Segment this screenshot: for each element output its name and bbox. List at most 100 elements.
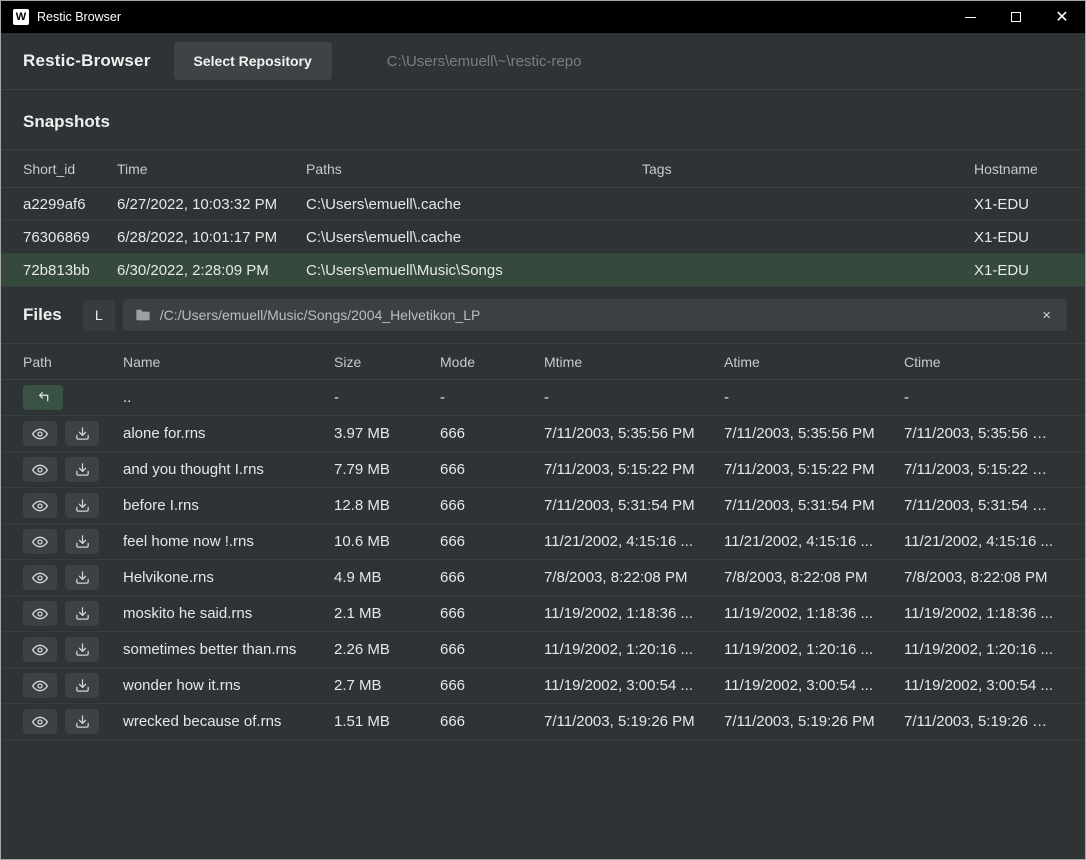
download-icon — [75, 678, 90, 693]
eye-icon — [32, 426, 48, 442]
close-button[interactable]: ✕ — [1039, 1, 1085, 33]
files-section-header: Files L /C:/Users/emuell/Music/Songs/200… — [1, 287, 1085, 343]
file-size: 2.1 MB — [334, 605, 440, 622]
snapshot-short-id: 76306869 — [23, 229, 117, 246]
download-icon — [75, 606, 90, 621]
repository-header: Restic-Browser Select Repository C:\User… — [1, 33, 1085, 90]
file-ctime: 11/19/2002, 1:18:36 ... — [904, 605, 1063, 622]
snapshot-paths: C:\Users\emuell\.cache — [306, 196, 642, 213]
file-mode: 666 — [440, 713, 544, 730]
parent-atime: - — [724, 389, 904, 406]
file-row: wonder how it.rns 2.7 MB 666 11/19/2002,… — [1, 668, 1085, 704]
preview-file-button[interactable] — [23, 637, 57, 662]
page-title: Restic-Browser — [23, 51, 151, 71]
file-row: sometimes better than.rns 2.26 MB 666 11… — [1, 632, 1085, 668]
restore-file-button[interactable] — [65, 709, 99, 734]
maximize-button[interactable] — [993, 1, 1039, 33]
snapshot-time: 6/27/2022, 10:03:32 PM — [117, 196, 306, 213]
file-atime: 7/11/2003, 5:15:22 PM — [724, 461, 904, 478]
download-icon — [75, 426, 90, 441]
file-mode: 666 — [440, 677, 544, 694]
restore-file-button[interactable] — [65, 601, 99, 626]
file-row-actions — [23, 637, 123, 662]
download-icon — [75, 570, 90, 585]
file-ctime: 11/19/2002, 3:00:54 ... — [904, 677, 1063, 694]
file-size: 3.97 MB — [334, 425, 440, 442]
file-atime: 11/21/2002, 4:15:16 ... — [724, 533, 904, 550]
restore-file-button[interactable] — [65, 493, 99, 518]
file-name: and you thought I.rns — [123, 461, 334, 478]
titlebar-left: W Restic Browser — [1, 9, 947, 25]
restore-file-button[interactable] — [65, 673, 99, 698]
preview-file-button[interactable] — [23, 457, 57, 482]
file-ctime: 7/11/2003, 5:31:54 PM — [904, 497, 1063, 514]
restore-file-button[interactable] — [65, 529, 99, 554]
restore-file-button[interactable] — [65, 637, 99, 662]
preview-file-button[interactable] — [23, 565, 57, 590]
file-path-bar[interactable]: /C:/Users/emuell/Music/Songs/2004_Helvet… — [123, 299, 1067, 331]
preview-file-button[interactable] — [23, 493, 57, 518]
preview-file-button[interactable] — [23, 529, 57, 554]
file-mtime: 7/11/2003, 5:19:26 PM — [544, 713, 724, 730]
file-row: before I.rns 12.8 MB 666 7/11/2003, 5:31… — [1, 488, 1085, 524]
minimize-icon — [965, 17, 976, 18]
column-mode: Mode — [440, 354, 544, 370]
preview-file-button[interactable] — [23, 709, 57, 734]
eye-icon — [32, 678, 48, 694]
select-repository-button[interactable]: Select Repository — [174, 42, 332, 80]
preview-file-button[interactable] — [23, 421, 57, 446]
snapshots-table-header: Short_id Time Paths Tags Hostname — [1, 149, 1085, 188]
download-icon — [75, 534, 90, 549]
restore-file-button[interactable] — [65, 421, 99, 446]
file-size: 12.8 MB — [334, 497, 440, 514]
list-mode-button[interactable]: L — [83, 300, 115, 331]
file-row-actions — [23, 421, 123, 446]
file-row: feel home now !.rns 10.6 MB 666 11/21/20… — [1, 524, 1085, 560]
eye-icon — [32, 462, 48, 478]
eye-icon — [32, 642, 48, 658]
window-title: Restic Browser — [37, 10, 121, 24]
file-row-actions — [23, 709, 123, 734]
eye-icon — [32, 606, 48, 622]
restore-file-button[interactable] — [65, 457, 99, 482]
file-ctime: 7/11/2003, 5:19:26 PM — [904, 713, 1063, 730]
file-name: Helvikone.rns — [123, 569, 334, 586]
file-mtime: 7/11/2003, 5:31:54 PM — [544, 497, 724, 514]
snapshot-hostname: X1-EDU — [974, 229, 1063, 246]
file-atime: 7/8/2003, 8:22:08 PM — [724, 569, 904, 586]
file-mtime: 11/19/2002, 1:20:16 ... — [544, 641, 724, 658]
preview-file-button[interactable] — [23, 673, 57, 698]
preview-file-button[interactable] — [23, 601, 57, 626]
parent-row-actions — [23, 385, 123, 410]
snapshot-row[interactable]: 76306869 6/28/2022, 10:01:17 PM C:\Users… — [1, 221, 1085, 254]
file-atime: 11/19/2002, 1:18:36 ... — [724, 605, 904, 622]
file-ctime: 7/11/2003, 5:15:22 PM — [904, 461, 1063, 478]
file-mode: 666 — [440, 533, 544, 550]
minimize-button[interactable] — [947, 1, 993, 33]
file-row: wrecked because of.rns 1.51 MB 666 7/11/… — [1, 704, 1085, 740]
file-path-input[interactable]: /C:/Users/emuell/Music/Songs/2004_Helvet… — [160, 307, 1029, 323]
file-name: feel home now !.rns — [123, 533, 334, 550]
file-mtime: 11/21/2002, 4:15:16 ... — [544, 533, 724, 550]
file-atime: 11/19/2002, 1:20:16 ... — [724, 641, 904, 658]
snapshots-table-body: a2299af6 6/27/2022, 10:03:32 PM C:\Users… — [1, 188, 1085, 287]
parent-mtime: - — [544, 389, 724, 406]
parent-size: - — [334, 389, 440, 406]
go-to-parent-button[interactable] — [23, 385, 63, 410]
eye-icon — [32, 714, 48, 730]
snapshot-row[interactable]: a2299af6 6/27/2022, 10:03:32 PM C:\Users… — [1, 188, 1085, 221]
repository-path-field[interactable]: C:\Users\emuell\~\restic-repo — [387, 53, 582, 70]
file-mode: 666 — [440, 641, 544, 658]
column-path: Path — [23, 354, 123, 370]
eye-icon — [32, 498, 48, 514]
snapshot-row[interactable]: 72b813bb 6/30/2022, 2:28:09 PM C:\Users\… — [1, 254, 1085, 287]
file-ctime: 11/19/2002, 1:20:16 ... — [904, 641, 1063, 658]
file-size: 1.51 MB — [334, 713, 440, 730]
column-hostname: Hostname — [974, 161, 1063, 177]
restore-file-button[interactable] — [65, 565, 99, 590]
download-icon — [75, 462, 90, 477]
files-table-header: Path Name Size Mode Mtime Atime Ctime — [1, 343, 1085, 380]
file-atime: 11/19/2002, 3:00:54 ... — [724, 677, 904, 694]
clear-path-button[interactable]: × — [1038, 306, 1055, 325]
eye-icon — [32, 534, 48, 550]
